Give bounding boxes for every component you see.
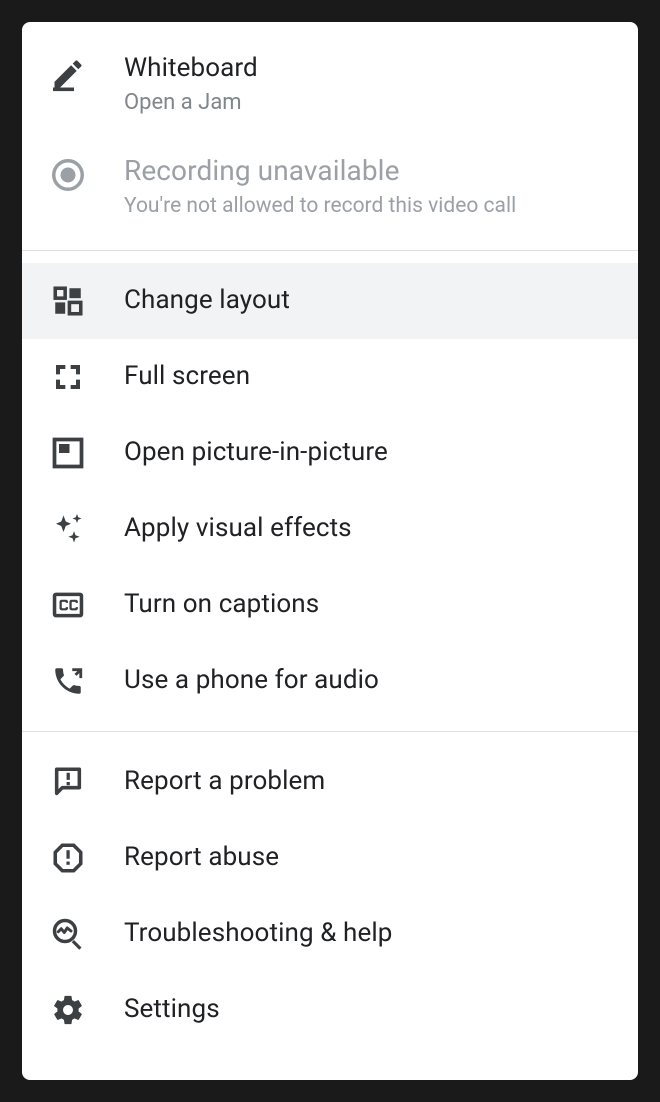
menu-item-label: Open picture-in-picture bbox=[124, 436, 618, 470]
phone-forward-icon bbox=[50, 663, 86, 699]
menu-item-text: Turn on captions bbox=[124, 588, 618, 622]
more-options-menu: Whiteboard Open a Jam Recording unavaila… bbox=[22, 22, 638, 1080]
menu-item-report-abuse[interactable]: Report abuse bbox=[22, 820, 638, 896]
menu-item-title: Recording unavailable bbox=[124, 153, 618, 189]
menu-item-phone-audio[interactable]: Use a phone for audio bbox=[22, 643, 638, 719]
report-abuse-icon bbox=[50, 840, 86, 876]
menu-item-subtitle: You're not allowed to record this video … bbox=[124, 192, 618, 220]
pip-icon bbox=[50, 435, 86, 471]
gear-icon bbox=[50, 992, 86, 1028]
menu-item-text: Apply visual effects bbox=[124, 512, 618, 546]
menu-item-text: Change layout bbox=[124, 284, 618, 318]
menu-item-text: Report a problem bbox=[124, 765, 618, 799]
menu-item-subtitle: Open a Jam bbox=[124, 88, 618, 118]
menu-item-recording-disabled: Recording unavailable You're not allowed… bbox=[22, 135, 638, 238]
menu-item-label: Apply visual effects bbox=[124, 512, 618, 546]
menu-item-text: Troubleshooting & help bbox=[124, 917, 618, 951]
menu-item-text: Settings bbox=[124, 993, 618, 1027]
menu-item-visual-effects[interactable]: Apply visual effects bbox=[22, 491, 638, 567]
menu-item-text: Whiteboard Open a Jam bbox=[124, 52, 618, 117]
captions-icon bbox=[50, 587, 86, 623]
record-icon bbox=[50, 157, 86, 193]
menu-item-title: Whiteboard bbox=[124, 52, 618, 86]
menu-item-label: Report abuse bbox=[124, 841, 618, 875]
menu-item-captions[interactable]: Turn on captions bbox=[22, 567, 638, 643]
layout-icon bbox=[50, 283, 86, 319]
menu-item-text: Open picture-in-picture bbox=[124, 436, 618, 470]
menu-section-support: Report a problem Report abuse bbox=[22, 731, 638, 1060]
menu-section-features: Whiteboard Open a Jam Recording unavaila… bbox=[22, 22, 638, 250]
menu-item-whiteboard[interactable]: Whiteboard Open a Jam bbox=[22, 34, 638, 135]
fullscreen-icon bbox=[50, 359, 86, 395]
menu-item-settings[interactable]: Settings bbox=[22, 972, 638, 1048]
menu-item-report-problem[interactable]: Report a problem bbox=[22, 744, 638, 820]
menu-item-text: Use a phone for audio bbox=[124, 664, 618, 698]
menu-item-full-screen[interactable]: Full screen bbox=[22, 339, 638, 415]
menu-item-text: Report abuse bbox=[124, 841, 618, 875]
menu-item-label: Use a phone for audio bbox=[124, 664, 618, 698]
whiteboard-icon bbox=[50, 56, 86, 92]
menu-item-troubleshooting[interactable]: Troubleshooting & help bbox=[22, 896, 638, 972]
menu-section-view: Change layout Full screen Open pictur bbox=[22, 250, 638, 731]
menu-item-text: Full screen bbox=[124, 360, 618, 394]
menu-item-label: Report a problem bbox=[124, 765, 618, 799]
menu-item-label: Full screen bbox=[124, 360, 618, 394]
menu-item-label: Settings bbox=[124, 993, 618, 1027]
menu-item-label: Change layout bbox=[124, 284, 618, 318]
sparkle-icon bbox=[50, 511, 86, 547]
feedback-icon bbox=[50, 764, 86, 800]
menu-item-pip[interactable]: Open picture-in-picture bbox=[22, 415, 638, 491]
troubleshoot-icon bbox=[50, 916, 86, 952]
menu-item-change-layout[interactable]: Change layout bbox=[22, 263, 638, 339]
menu-item-label: Turn on captions bbox=[124, 588, 618, 622]
menu-item-label: Troubleshooting & help bbox=[124, 917, 618, 951]
menu-item-text: Recording unavailable You're not allowed… bbox=[124, 153, 618, 220]
